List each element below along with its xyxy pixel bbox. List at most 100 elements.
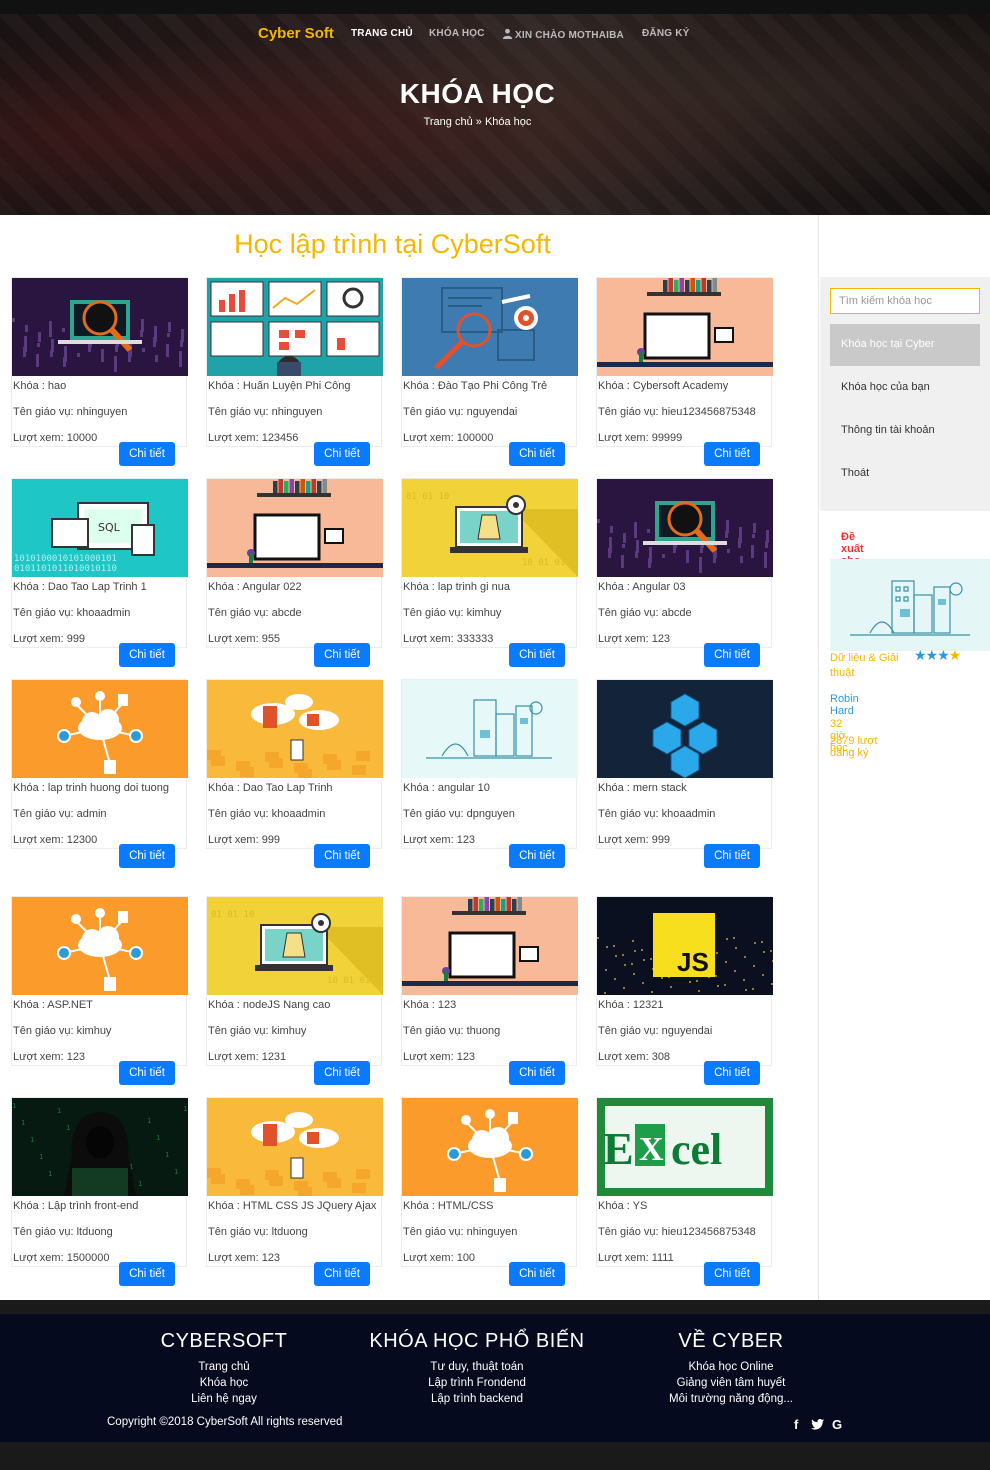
google-icon[interactable]: G xyxy=(832,1417,842,1432)
detail-button[interactable]: Chi tiết xyxy=(314,643,370,667)
course-info: Khóa : 12321 Tên giáo vụ: nguyendai Lượt… xyxy=(597,997,771,1065)
nav-item-courses[interactable]: KHÓA HỌC xyxy=(429,28,485,39)
detail-button[interactable]: Chi tiết xyxy=(119,844,175,868)
course-thumbnail[interactable] xyxy=(12,897,188,995)
course-thumbnail[interactable]: 11111111111111111111 xyxy=(12,1098,188,1196)
course-teacher: Tên giáo vụ: nhinguyen xyxy=(208,406,323,418)
detail-button[interactable]: Chi tiết xyxy=(314,1061,370,1085)
course-thumbnail[interactable] xyxy=(402,680,578,778)
course-thumbnail-wrap xyxy=(597,680,773,778)
detail-button[interactable]: Chi tiết xyxy=(509,442,565,466)
nav-item-register[interactable]: ĐĂNG KÝ xyxy=(642,28,690,39)
svg-text:1: 1 xyxy=(39,1153,43,1161)
course-info: Khóa : Dao Tao Lap Trinh 1 Tên giáo vụ: … xyxy=(12,579,186,647)
nav-item-home[interactable]: TRANG CHỦ xyxy=(351,28,413,39)
course-info: Khóa : Lập trình front-end Tên giáo vụ: … xyxy=(12,1198,186,1266)
course-thumbnail[interactable] xyxy=(12,680,188,778)
footer-link[interactable]: Lập trình backend xyxy=(362,1391,592,1407)
svg-text:1: 1 xyxy=(147,1117,151,1125)
detail-button[interactable]: Chi tiết xyxy=(704,1061,760,1085)
sidebar-item-account[interactable]: Thông tin tài khoản xyxy=(830,410,980,452)
svg-text:X: X xyxy=(639,1131,664,1168)
course-thumbnail-wrap: 11111111111111111111 xyxy=(12,1098,188,1196)
detail-button[interactable]: Chi tiết xyxy=(704,442,760,466)
detail-button[interactable]: Chi tiết xyxy=(314,844,370,868)
course-info: Khóa : Angular 022 Tên giáo vụ: abcde Lư… xyxy=(207,579,381,647)
course-thumbnail[interactable]: 01 01 10 10 01 01 xyxy=(207,897,383,995)
course-name: Khóa : mern stack xyxy=(598,782,687,794)
svg-text:1: 1 xyxy=(48,1170,52,1178)
breadcrumb-separator-icon: » xyxy=(475,116,482,128)
course-thumbnail[interactable] xyxy=(207,680,383,778)
detail-button[interactable]: Chi tiết xyxy=(119,643,175,667)
course-thumbnail-wrap xyxy=(402,897,578,995)
course-card: Khóa : Đào Tạo Phi Công Trẻ Tên giáo vụ:… xyxy=(401,277,578,466)
detail-button[interactable]: Chi tiết xyxy=(119,1262,175,1286)
course-name: Khóa : Đào Tạo Phi Công Trẻ xyxy=(403,380,548,392)
detail-button[interactable]: Chi tiết xyxy=(704,643,760,667)
footer-link[interactable]: Lập trình Frondend xyxy=(362,1375,592,1391)
footer-link[interactable]: Tư duy, thuật toán xyxy=(362,1359,592,1375)
detail-button[interactable]: Chi tiết xyxy=(119,1061,175,1085)
search-input[interactable]: Tìm kiếm khóa học xyxy=(830,288,980,314)
detail-button[interactable]: Chi tiết xyxy=(509,844,565,868)
svg-text:01 01 10: 01 01 10 xyxy=(406,492,449,502)
course-teacher: Tên giáo vụ: khoaadmin xyxy=(208,808,326,820)
footer-col-about: VỀ CYBER Khóa học Online Giảng viên tâm … xyxy=(646,1330,816,1407)
brand-logo[interactable]: Cyber Soft xyxy=(258,25,334,42)
course-card: 01 01 10 10 01 01 Khóa : nodeJS Nang cao … xyxy=(206,896,383,1085)
course-thumbnail[interactable] xyxy=(207,278,383,376)
course-name: Khóa : 12321 xyxy=(598,999,664,1011)
detail-button[interactable]: Chi tiết xyxy=(704,844,760,868)
detail-button[interactable]: Chi tiết xyxy=(509,1262,565,1286)
footer-link[interactable]: Giảng viên tâm huyết xyxy=(646,1375,816,1391)
course-thumbnail[interactable] xyxy=(597,479,773,577)
suggest-course-image[interactable] xyxy=(830,559,990,651)
footer-link[interactable]: Môi trường năng động... xyxy=(646,1391,816,1407)
course-thumbnail[interactable]: 01 01 10 10 01 01 xyxy=(402,479,578,577)
nav-user-label: XIN CHÀO MOTHAIBA xyxy=(515,30,624,41)
course-thumbnail[interactable] xyxy=(402,278,578,376)
sidebar-item-my-courses[interactable]: Khóa học của bạn xyxy=(830,367,980,409)
course-info: Khóa : Dao Tao Lap Trinh Tên giáo vụ: kh… xyxy=(207,780,381,848)
detail-button[interactable]: Chi tiết xyxy=(314,442,370,466)
detail-button[interactable]: Chi tiết xyxy=(704,1262,760,1286)
course-card: Khóa : mern stack Tên giáo vụ: khoaadmin… xyxy=(596,679,773,868)
course-card: Khóa : hao Tên giáo vụ: nhinguyen Lượt x… xyxy=(11,277,188,466)
course-thumbnail[interactable]: 10101000101010001010101101011010010110 S… xyxy=(12,479,188,577)
course-thumbnail[interactable] xyxy=(597,680,773,778)
footer-link[interactable]: Liên hệ ngay xyxy=(124,1391,324,1407)
footer-title: KHÓA HỌC PHỔ BIẾN xyxy=(369,1330,585,1352)
course-thumbnail[interactable]: E X cel xyxy=(597,1098,773,1196)
footer-link[interactable]: Trang chủ xyxy=(124,1359,324,1375)
course-thumbnail[interactable] xyxy=(207,479,383,577)
detail-button[interactable]: Chi tiết xyxy=(119,442,175,466)
course-name: Khóa : nodeJS Nang cao xyxy=(208,999,331,1011)
course-teacher: Tên giáo vụ: nhinguyen xyxy=(13,406,128,418)
breadcrumb-current: Khóa học xyxy=(484,116,532,128)
course-teacher: Tên giáo vụ: nguyendai xyxy=(403,406,518,418)
course-thumbnail[interactable] xyxy=(402,1098,578,1196)
sidebar-item-logout[interactable]: Thoát xyxy=(830,453,980,495)
detail-button[interactable]: Chi tiết xyxy=(509,643,565,667)
footer-title: VỀ CYBER xyxy=(678,1330,784,1352)
svg-text:E: E xyxy=(603,1123,634,1174)
breadcrumb-home[interactable]: Trang chủ xyxy=(424,116,473,128)
detail-button[interactable]: Chi tiết xyxy=(509,1061,565,1085)
course-thumbnail[interactable] xyxy=(402,897,578,995)
course-name: Khóa : 123 xyxy=(403,999,457,1011)
course-info: Khóa : Đào Tạo Phi Công Trẻ Tên giáo vụ:… xyxy=(402,378,576,446)
footer-link[interactable]: Khóa học xyxy=(124,1375,324,1391)
facebook-icon[interactable]: f xyxy=(794,1417,798,1432)
twitter-icon[interactable] xyxy=(811,1419,824,1430)
course-thumbnail[interactable]: JS xyxy=(597,897,773,995)
footer-link[interactable]: Khóa học Online xyxy=(646,1359,816,1375)
detail-button[interactable]: Chi tiết xyxy=(314,1262,370,1286)
course-thumbnail[interactable] xyxy=(207,1098,383,1196)
sidebar-item-cyber-courses[interactable]: Khóa học tại Cyber xyxy=(830,324,980,366)
course-name: Khóa : Dao Tao Lap Trinh 1 xyxy=(13,581,147,593)
course-thumbnail[interactable] xyxy=(12,278,188,376)
top-bar xyxy=(0,0,990,14)
course-thumbnail[interactable] xyxy=(597,278,773,376)
nav-item-user[interactable]: XIN CHÀO MOTHAIBA xyxy=(502,28,624,41)
